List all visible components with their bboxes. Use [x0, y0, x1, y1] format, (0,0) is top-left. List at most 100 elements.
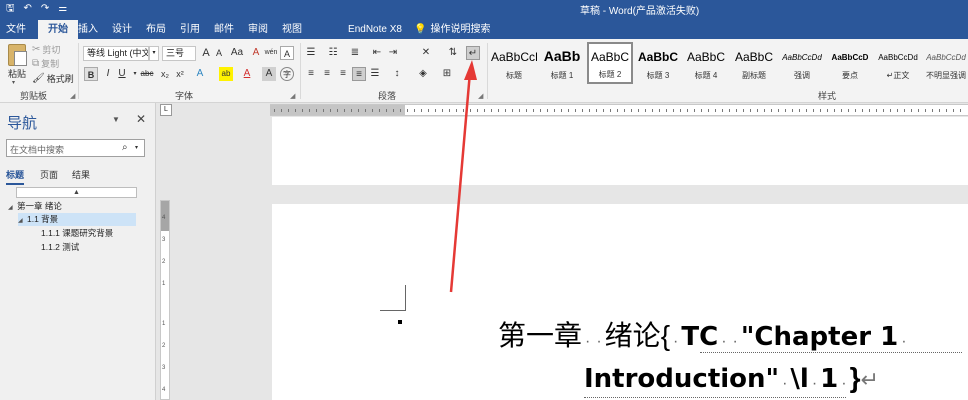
italic-button[interactable]: I [101, 67, 115, 81]
tab-layout[interactable]: 布局 [146, 20, 166, 39]
phonetic-guide-icon[interactable]: wén [264, 46, 278, 60]
shading-icon[interactable]: ◈ [416, 67, 430, 81]
paste-button[interactable]: 粘贴 [8, 67, 26, 80]
ruler-tick [421, 109, 422, 112]
change-case-icon[interactable]: Aa [228, 46, 246, 60]
tab-insert[interactable]: 插入 [78, 20, 98, 39]
search-dropdown-icon[interactable]: ▾ [135, 144, 138, 151]
nav-tab-pages[interactable]: 页面 [40, 168, 58, 181]
tree-item-1-1[interactable]: ◢ 1.1 背景 [18, 213, 136, 226]
expand-triangle-icon[interactable]: ◢ [8, 202, 17, 215]
tab-file[interactable]: 文件 [0, 20, 32, 39]
style-heading-3[interactable]: AaBbC 标题 3 [635, 42, 681, 84]
distributed-icon[interactable]: ☰ [368, 67, 382, 81]
line-spacing-icon[interactable]: ↕ [390, 67, 404, 81]
shrink-font-icon[interactable]: A [212, 46, 226, 60]
style-normal[interactable]: AaBbCcDd ↵正文 [875, 42, 921, 84]
align-left-icon[interactable]: ≡ [304, 67, 318, 81]
horizontal-ruler[interactable] [270, 104, 968, 116]
ruler-tick [722, 109, 723, 112]
nav-tab-headings[interactable]: 标题 [6, 168, 24, 181]
style-strong[interactable]: AaBbCcD 要点 [827, 42, 873, 84]
document-page-2[interactable]: 第一章 · · 绪论{· TC · · "Chapter 1 · Introduction" · \… [272, 204, 968, 400]
chapter-heading-line-2[interactable]: Introduction" · \l · 1 ·}↵ [584, 362, 879, 394]
collapse-all-button[interactable]: ▲ [16, 187, 137, 198]
paste-dropdown-icon[interactable]: ▾ [12, 79, 15, 86]
font-launcher-icon[interactable]: ◢ [290, 92, 295, 100]
text-effects-icon[interactable]: A [193, 67, 207, 81]
tab-endnote[interactable]: EndNote X8 [348, 20, 402, 39]
style-heading-4[interactable]: AaBbC 标题 4 [683, 42, 729, 84]
clipboard-launcher-icon[interactable]: ◢ [70, 92, 75, 100]
nav-options-icon[interactable]: ▼ [112, 115, 120, 124]
multilevel-list-icon[interactable]: ≣ [348, 46, 362, 60]
cut-button[interactable]: ✂ 剪切 [32, 43, 60, 56]
chinese-layout-icon[interactable]: ✕ [419, 46, 433, 60]
strikethrough-button[interactable]: abc [139, 67, 155, 81]
clear-formatting-icon[interactable]: A [249, 46, 263, 60]
show-hide-marks-icon[interactable]: ↵ [466, 46, 480, 60]
bullets-icon[interactable]: ☰ [304, 46, 318, 60]
search-icon[interactable]: ⌕ [122, 142, 128, 153]
borders-icon[interactable]: ⊞ [440, 67, 454, 81]
tree-item-chapter-1[interactable]: ◢ 第一章 绪论 [8, 200, 138, 213]
sort-icon[interactable]: ⇅ [446, 46, 460, 60]
style-subtle-emphasis[interactable]: AaBbCcDd 不明显强调 [923, 42, 968, 84]
style-title[interactable]: AaBbCcDd 标题 [491, 42, 537, 84]
subscript-button[interactable]: x₂ [158, 67, 172, 81]
save-icon[interactable]: 🖫 [6, 3, 15, 15]
style-emphasis[interactable]: AaBbCcDd 强调 [779, 42, 825, 84]
tell-me-search[interactable]: 💡 操作说明搜索 [414, 20, 490, 39]
tab-design[interactable]: 设计 [112, 20, 132, 39]
character-border-icon[interactable]: A [280, 46, 294, 60]
align-right-icon[interactable]: ≡ [336, 67, 350, 81]
ruler-tick [652, 109, 653, 112]
copy-button[interactable]: ⧉ 复制 [32, 57, 59, 70]
nav-search-input[interactable]: 在文档中搜索 ⌕ ▾ [6, 139, 145, 157]
paintbrush-icon: 🖌 [32, 72, 45, 84]
format-painter-button[interactable]: 🖌 格式刷 [32, 72, 74, 85]
tab-view[interactable]: 视图 [282, 20, 302, 39]
font-name-dropdown[interactable]: 等线 Light (中文) [83, 46, 149, 61]
nav-tab-results[interactable]: 结果 [72, 168, 90, 181]
tab-review[interactable]: 审阅 [248, 20, 268, 39]
font-color-icon[interactable]: A [240, 67, 254, 81]
field-level-number: 1 [820, 364, 839, 394]
highlight-color-icon[interactable]: ab [219, 67, 233, 81]
expand-triangle-icon[interactable]: ◢ [18, 215, 27, 228]
customize-toolbar-icon[interactable]: ⚌ [58, 3, 67, 15]
ruler-tick [337, 109, 338, 112]
paste-icon[interactable] [8, 44, 27, 66]
ruler-tick [491, 109, 492, 112]
ruler-tick [736, 109, 737, 112]
tab-selector[interactable]: L [160, 104, 172, 116]
close-icon[interactable]: ✕ [136, 112, 146, 126]
style-heading-1[interactable]: AaBb 标题 1 [539, 42, 585, 84]
bold-button[interactable]: B [84, 67, 98, 81]
justify-icon[interactable]: ≡ [352, 67, 366, 81]
paragraph-launcher-icon[interactable]: ◢ [478, 92, 483, 100]
superscript-button[interactable]: x² [173, 67, 187, 81]
style-subtitle[interactable]: AaBbC 副标题 [731, 42, 777, 84]
chapter-heading-line-1[interactable]: 第一章 · · 绪论{· TC · · "Chapter 1 · [498, 314, 910, 354]
align-center-icon[interactable]: ≡ [320, 67, 334, 81]
vertical-ruler[interactable]: 4 3 2 1 1 2 3 4 [160, 200, 170, 400]
redo-icon[interactable]: ↷ [41, 3, 49, 15]
tree-item-1-1-2[interactable]: 1.1.2 测试 [41, 241, 79, 254]
tab-mailings[interactable]: 邮件 [214, 20, 234, 39]
numbering-icon[interactable]: ☷ [326, 46, 340, 60]
grow-font-icon[interactable]: A [199, 46, 213, 60]
font-name-dropdown-arrow[interactable]: ▾ [149, 46, 159, 61]
character-shading-icon[interactable]: A [262, 67, 276, 81]
tab-home[interactable]: 开始 [38, 20, 78, 39]
tab-references[interactable]: 引用 [180, 20, 200, 39]
enclose-characters-icon[interactable]: 字 [280, 67, 294, 81]
increase-indent-icon[interactable]: ⇥ [386, 46, 400, 60]
underline-button[interactable]: U [115, 67, 129, 81]
style-heading-2[interactable]: AaBbC 标题 2 [587, 42, 633, 84]
tree-item-1-1-1[interactable]: 1.1.1 课题研究背景 [41, 227, 113, 240]
font-size-dropdown[interactable]: 三号 [162, 46, 196, 61]
document-page-1[interactable] [272, 117, 968, 185]
decrease-indent-icon[interactable]: ⇤ [370, 46, 384, 60]
undo-icon[interactable]: ↶ [24, 3, 32, 15]
